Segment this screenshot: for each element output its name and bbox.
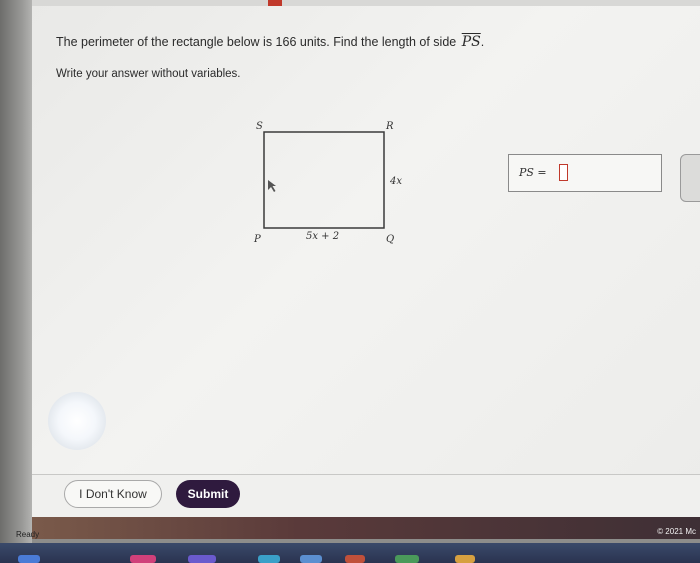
taskbar-app-icon[interactable] <box>258 555 280 563</box>
vertex-p: P <box>253 234 261 245</box>
rectangle-figure: S R P Q 4x 5x + 2 <box>250 118 410 248</box>
side-pq-label: 5x + 2 <box>306 231 339 242</box>
mouse-cursor-icon <box>268 180 276 192</box>
bottom-bar <box>32 517 700 539</box>
submit-button[interactable]: Submit <box>176 480 240 508</box>
vertex-r: R <box>385 121 394 132</box>
side-qr-label: 4x <box>389 176 402 187</box>
taskbar-app-icon[interactable] <box>130 555 156 563</box>
vertex-s: S <box>256 121 263 132</box>
taskbar-app-icon[interactable] <box>455 555 475 563</box>
answer-label: PS = <box>519 166 547 179</box>
rectangle-diagram: S R P Q 4x 5x + 2 <box>253 121 402 245</box>
rectangle-shape <box>263 131 385 229</box>
answer-box: PS = <box>508 154 662 192</box>
taskbar-app-icon[interactable] <box>18 555 40 563</box>
answer-input[interactable] <box>559 164 568 181</box>
taskbar-app-icon[interactable] <box>300 555 322 563</box>
monitor-bezel <box>0 0 32 563</box>
vertex-q: Q <box>386 234 394 245</box>
screen-glare <box>48 392 106 450</box>
question-text: The perimeter of the rectangle below is … <box>56 34 484 50</box>
status-text: Ready <box>16 530 40 539</box>
side-tools-button[interactable] <box>680 154 700 202</box>
top-red-marker <box>268 0 282 6</box>
taskbar-app-icon[interactable] <box>345 555 365 563</box>
question-end: . <box>480 35 485 49</box>
copyright-text: © 2021 Mc <box>657 527 696 536</box>
top-strip <box>32 0 700 6</box>
segment-label: PS <box>461 34 481 50</box>
question-prompt: The perimeter of the rectangle below is … <box>56 35 457 49</box>
taskbar-app-icon[interactable] <box>395 555 419 563</box>
taskbar-app-icon[interactable] <box>188 555 216 563</box>
instruction-text: Write your answer without variables. <box>56 68 241 80</box>
dont-know-button[interactable]: I Don't Know <box>64 480 162 508</box>
